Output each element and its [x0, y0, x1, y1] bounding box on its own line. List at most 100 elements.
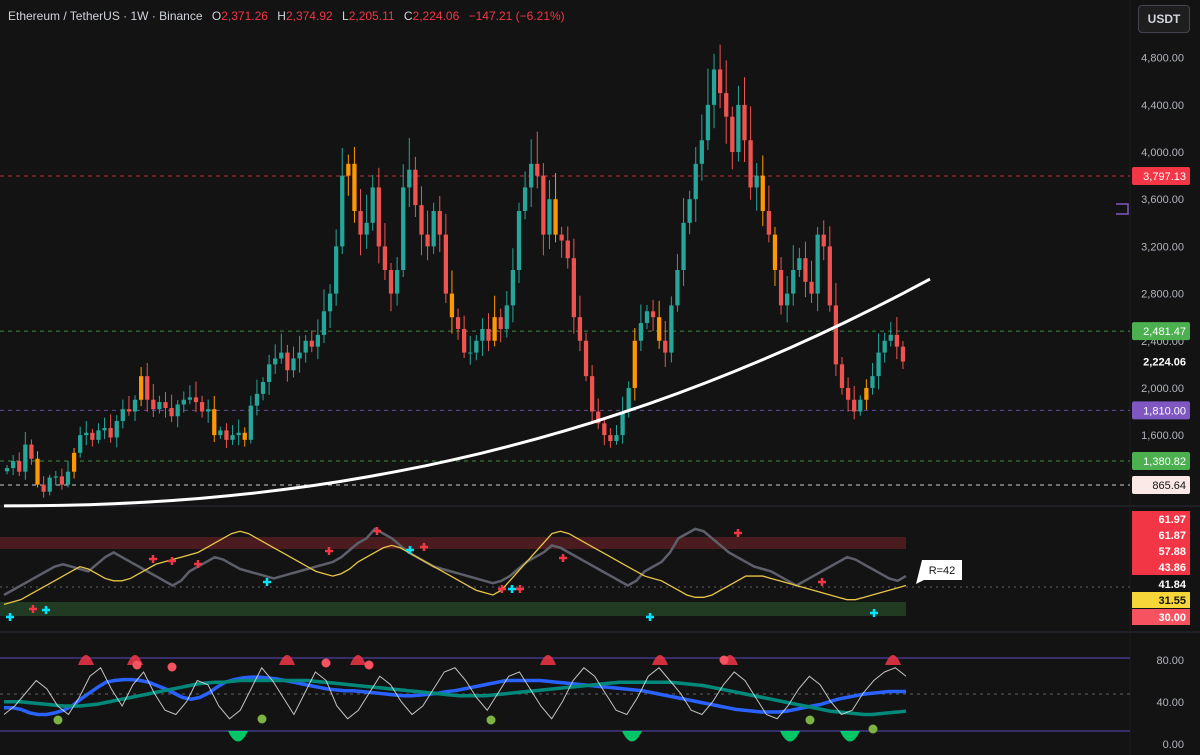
- symbol-header: Ethereum / TetherUS · 1W · Binance O2,37…: [8, 9, 565, 23]
- candle-body: [102, 428, 107, 431]
- rsi-value-label: 43.86: [1158, 562, 1186, 574]
- osc-signal-dot: [53, 715, 63, 725]
- candle-body: [894, 334, 899, 347]
- candle-body: [522, 187, 528, 212]
- candle-body: [791, 270, 796, 294]
- candle-body: [900, 346, 906, 362]
- osc-signal-dot: [257, 714, 267, 724]
- open-value: 2,371.26: [221, 9, 268, 23]
- candle-body: [199, 402, 205, 412]
- candle-body: [431, 211, 436, 247]
- candle-body: [138, 376, 144, 400]
- candle-body: [870, 376, 875, 388]
- osc-signal-dot: [719, 655, 729, 665]
- candle-body: [71, 452, 77, 472]
- candle-body: [449, 293, 455, 318]
- candle-body: [632, 340, 637, 388]
- candle-body: [248, 405, 253, 440]
- candle-body: [462, 328, 467, 353]
- candle-body: [845, 387, 851, 400]
- candle-body: [4, 468, 10, 472]
- osc-tick-label: 80.00: [1156, 655, 1184, 667]
- candle-body: [175, 404, 180, 417]
- candle-body: [583, 340, 589, 377]
- candle-body: [212, 409, 217, 436]
- candle-body: [126, 409, 132, 412]
- candle-body: [376, 187, 381, 247]
- low-label: L: [342, 9, 349, 23]
- candle-body: [882, 340, 887, 353]
- change-value: −147.21 (−6.21%): [468, 9, 565, 23]
- candle-body: [565, 240, 570, 259]
- signal-marker: [734, 529, 742, 537]
- osc-signal-dot: [805, 715, 815, 725]
- symbol-title[interactable]: Ethereum / TetherUS · 1W · Binance: [8, 9, 203, 23]
- osc-oversold-fill: [228, 731, 248, 742]
- candle-body: [620, 411, 625, 436]
- osc-signal-dot: [486, 715, 496, 725]
- candle-body: [827, 246, 832, 306]
- candle-body: [90, 432, 95, 440]
- candle-body: [315, 334, 321, 347]
- candle-body: [108, 428, 113, 438]
- candle-body: [254, 393, 260, 406]
- candle-body: [437, 211, 442, 235]
- candle-body: [47, 477, 52, 492]
- candle-body: [352, 163, 357, 212]
- candle-body: [730, 116, 735, 153]
- candle-body: [608, 435, 613, 442]
- osc-signal-dot: [132, 660, 142, 670]
- candle-body: [394, 270, 400, 294]
- candle-body: [291, 358, 296, 371]
- price-tick-label: 2,000.00: [1141, 383, 1184, 395]
- candle-body: [59, 476, 65, 485]
- candle-body: [724, 93, 729, 117]
- currency-button[interactable]: USDT: [1138, 5, 1190, 33]
- osc-overbought-fill: [885, 655, 901, 665]
- osc-overbought-fill: [350, 655, 366, 665]
- candle-body: [754, 175, 759, 188]
- price-tick-label: 3,200.00: [1141, 241, 1184, 253]
- candle-body: [626, 387, 631, 412]
- candle-body: [401, 187, 406, 270]
- candle-body: [242, 432, 247, 440]
- candle-body: [669, 305, 674, 353]
- close-label: C: [403, 9, 413, 23]
- signal-marker: [559, 554, 567, 562]
- candle-body: [736, 104, 741, 153]
- candle-body: [468, 352, 473, 354]
- candle-body: [321, 311, 327, 335]
- osc-signal-line: [4, 678, 907, 717]
- candle-body: [114, 420, 119, 438]
- candle-body: [327, 293, 333, 312]
- chart-canvas[interactable]: 1,200.001,600.002,000.002,400.002,800.00…: [0, 0, 1200, 755]
- candle-body: [340, 175, 345, 247]
- price-level-label: 1,380.82: [1143, 456, 1186, 468]
- candle-body: [663, 340, 668, 353]
- candle-body: [266, 364, 272, 383]
- candle-body: [413, 169, 418, 206]
- candle-body: [11, 461, 16, 469]
- candle-body: [602, 423, 607, 436]
- candle-body: [370, 187, 375, 223]
- candle-body: [711, 69, 717, 105]
- osc-signal-dot: [321, 658, 331, 668]
- candle-body: [23, 444, 28, 472]
- osc-signal-dot: [364, 660, 374, 670]
- candle-body: [772, 234, 778, 270]
- candle-body: [236, 432, 241, 436]
- candle-body: [193, 397, 199, 403]
- candle-body: [455, 317, 461, 329]
- candle-body: [382, 246, 388, 270]
- osc-overbought-fill: [279, 655, 295, 665]
- overbought-zone: [0, 537, 906, 549]
- candle-body: [364, 222, 369, 235]
- candle-body: [589, 376, 595, 412]
- candle-body: [163, 402, 168, 408]
- candle-body: [657, 317, 662, 341]
- candle-body: [346, 163, 351, 176]
- candle-body: [230, 435, 235, 440]
- high-value: 2,374.92: [285, 9, 333, 23]
- last-price-label: 2,224.06: [1143, 357, 1186, 369]
- candle-body: [577, 317, 583, 341]
